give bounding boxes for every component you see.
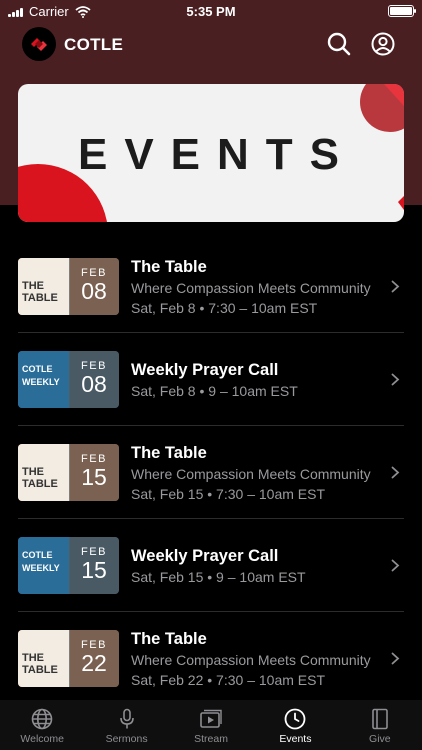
thumbnail-date: FEB 08: [69, 258, 119, 315]
globe-icon: [31, 708, 53, 730]
tab-give[interactable]: Give: [338, 700, 422, 750]
tab-label: Events: [279, 733, 312, 745]
battery-icon: [388, 5, 416, 17]
tab-stream[interactable]: Stream: [169, 700, 253, 750]
clock-icon: [285, 708, 306, 730]
tab-bar: Welcome Sermons Stream Events Give: [0, 700, 422, 750]
event-thumbnail: THE TABLE FEB 22: [18, 630, 119, 687]
event-item[interactable]: COTLE WEEKLY FEB 08 Weekly Prayer Call S…: [0, 333, 422, 426]
account-icon[interactable]: [370, 31, 396, 57]
thumbnail-day: 22: [81, 650, 107, 676]
thumbnail-day: 08: [81, 371, 107, 397]
events-banner: EVENTS: [18, 84, 404, 222]
search-icon[interactable]: [326, 31, 352, 57]
event-thumbnail: THE TABLE FEB 08: [18, 258, 119, 315]
thumbnail-day: 08: [81, 278, 107, 304]
book-icon: [372, 708, 388, 730]
thumbnail-date: FEB 22: [69, 630, 119, 687]
tab-label: Welcome: [20, 733, 64, 745]
event-thumbnail: COTLE WEEKLY FEB 15: [18, 537, 119, 594]
event-thumbnail: COTLE WEEKLY FEB 08: [18, 351, 119, 408]
chevron-right-icon: [391, 652, 400, 665]
play-stack-icon: [200, 709, 222, 728]
thumbnail-date: FEB 15: [69, 537, 119, 594]
event-date: Sat, Feb 15 • 9 – 10am EST: [131, 569, 306, 585]
chevron-right-icon: [391, 373, 400, 386]
app-header: COTLE: [0, 27, 422, 61]
app-logo[interactable]: [22, 27, 56, 61]
event-item[interactable]: THE TABLE FEB 15 The Table Where Compass…: [0, 426, 422, 519]
event-date: Sat, Feb 8 • 7:30 – 10am EST: [131, 300, 318, 316]
event-subtitle: Where Compassion Meets Community: [131, 280, 371, 296]
event-item[interactable]: THE TABLE FEB 08 The Table Where Compass…: [0, 240, 422, 333]
event-title: The Table: [131, 630, 207, 648]
event-date: Sat, Feb 22 • 7:30 – 10am EST: [131, 672, 326, 688]
chevron-right-icon: [391, 280, 400, 293]
event-title: The Table: [131, 444, 207, 462]
event-date: Sat, Feb 15 • 7:30 – 10am EST: [131, 486, 326, 502]
event-item[interactable]: COTLE WEEKLY FEB 15 Weekly Prayer Call S…: [0, 519, 422, 612]
tab-sermons[interactable]: Sermons: [84, 700, 168, 750]
chevron-right-icon: [391, 466, 400, 479]
thumbnail-day: 15: [81, 464, 107, 490]
event-title: Weekly Prayer Call: [131, 361, 279, 379]
event-subtitle: Where Compassion Meets Community: [131, 652, 371, 668]
event-title: Weekly Prayer Call: [131, 547, 279, 565]
thumbnail-day: 15: [81, 557, 107, 583]
tab-label: Stream: [194, 733, 228, 745]
event-title: The Table: [131, 258, 207, 276]
tab-welcome[interactable]: Welcome: [0, 700, 84, 750]
event-item[interactable]: THE TABLE FEB 22 The Table Where Compass…: [0, 612, 422, 705]
tab-events[interactable]: Events: [253, 700, 337, 750]
thumbnail-date: FEB 08: [69, 351, 119, 408]
status-bar: Carrier 5:35 PM: [0, 0, 422, 24]
event-date: Sat, Feb 8 • 9 – 10am EST: [131, 383, 298, 399]
thumbnail-date: FEB 15: [69, 444, 119, 501]
tab-label: Give: [369, 733, 391, 745]
status-time: 5:35 PM: [186, 4, 236, 19]
event-subtitle: Where Compassion Meets Community: [131, 466, 371, 482]
tab-label: Sermons: [105, 733, 148, 745]
event-list: THE TABLE FEB 08 The Table Where Compass…: [0, 240, 422, 705]
event-thumbnail: THE TABLE FEB 15: [18, 444, 119, 501]
microphone-icon: [119, 708, 134, 729]
app-title: COTLE: [64, 35, 124, 54]
chevron-right-icon: [391, 559, 400, 572]
logo-mark-icon: [31, 38, 47, 51]
banner-title: EVENTS: [77, 130, 357, 179]
